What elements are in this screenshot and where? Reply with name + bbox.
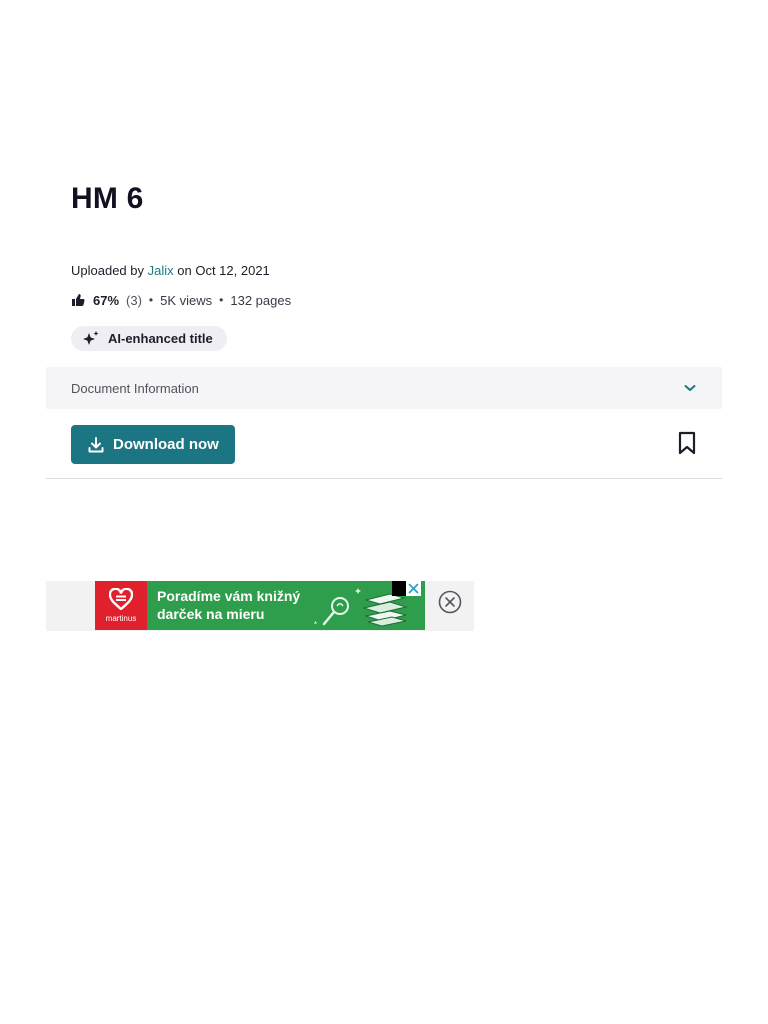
document-title: HM 6	[71, 182, 144, 215]
separator-dot: •	[148, 293, 154, 307]
bookmark-icon[interactable]	[677, 431, 697, 455]
page-count: 132 pages	[230, 292, 292, 308]
download-button[interactable]: Download now	[71, 425, 235, 464]
separator-dot: •	[219, 293, 224, 307]
thumbs-up-icon[interactable]	[71, 293, 85, 307]
download-icon	[87, 436, 105, 454]
upload-info: Uploaded by Jalix on Oct 12, 2021	[71, 263, 270, 278]
document-information-label: Document Information	[71, 380, 199, 396]
ad-dismiss-icon[interactable]	[406, 581, 421, 596]
sparkle-icon	[82, 330, 100, 348]
rating-percent: 67%	[93, 292, 120, 308]
upload-date: on Oct 12, 2021	[177, 263, 270, 278]
rating-count: (3)	[126, 292, 142, 308]
download-button-label: Download now	[113, 436, 219, 453]
ad-banner[interactable]: martinus Poradíme vám knižný darček na m…	[95, 581, 425, 630]
view-count: 5K views	[160, 292, 213, 308]
document-stats: 67% (3) • 5K views • 132 pages	[71, 291, 291, 309]
document-information-toggle[interactable]: Document Information	[46, 367, 722, 409]
document-page: HM 6 Uploaded by Jalix on Oct 12, 2021 6…	[0, 0, 768, 1024]
ad-headline-line2: darček na mieru	[157, 606, 265, 622]
ad-headline: Poradíme vám knižný darček na mieru	[157, 587, 300, 623]
ad-brand-logo: martinus	[95, 581, 147, 630]
author-link[interactable]: Jalix	[148, 263, 174, 278]
heart-logo-icon	[109, 588, 133, 610]
ad-info-marker	[392, 581, 406, 596]
chevron-down-icon	[683, 381, 697, 395]
ad-headline-line1: Poradíme vám knižný	[157, 588, 301, 604]
uploaded-by-label: Uploaded by	[71, 263, 144, 278]
close-circle-icon[interactable]	[438, 590, 462, 614]
section-divider	[46, 478, 722, 479]
ai-enhanced-badge: AI-enhanced title	[71, 326, 227, 351]
ai-badge-label: AI-enhanced title	[108, 331, 213, 346]
ad-brand-name: martinus	[105, 614, 137, 623]
